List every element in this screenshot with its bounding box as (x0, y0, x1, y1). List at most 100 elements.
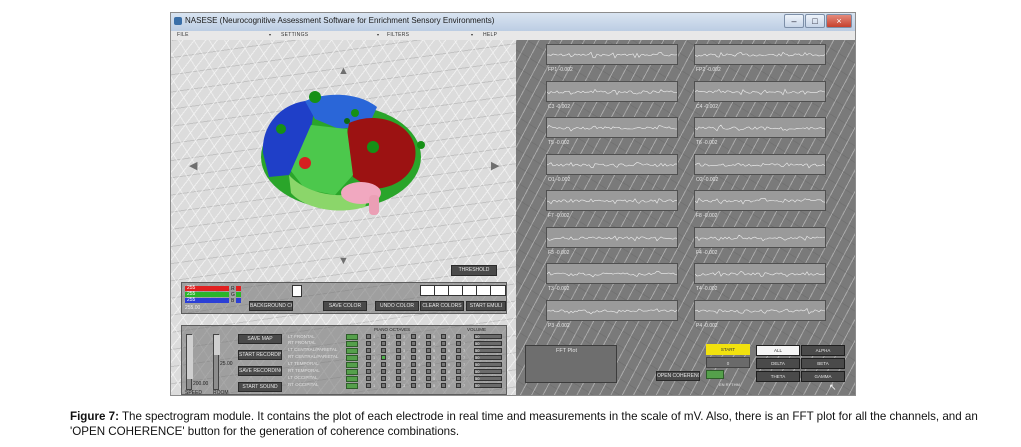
octave-checkbox[interactable] (456, 341, 461, 346)
octave-checkbox[interactable] (456, 362, 461, 367)
octave-checkbox[interactable] (381, 341, 386, 346)
octave-checkbox[interactable] (456, 334, 461, 339)
octave-checkbox[interactable] (411, 376, 416, 381)
octave-checkbox[interactable] (426, 376, 431, 381)
octave-checkbox[interactable] (441, 362, 446, 367)
open-coherence-button[interactable]: OPEN COHERENCE (656, 371, 700, 381)
octave-checkbox[interactable] (456, 355, 461, 360)
octave-checkbox[interactable] (366, 348, 371, 353)
saved-colors-strip[interactable] (420, 285, 506, 296)
octave-checkbox[interactable] (426, 383, 431, 388)
start-emuli-button[interactable]: START EMULI (466, 301, 506, 311)
octave-checkbox[interactable] (381, 383, 386, 388)
rotate-left-icon[interactable]: ◀ (189, 161, 197, 172)
octave-checkbox[interactable] (411, 355, 416, 360)
octave-checkbox[interactable] (366, 362, 371, 367)
maximize-button[interactable]: □ (805, 14, 825, 28)
rotate-down-icon[interactable]: ▼ (338, 256, 349, 267)
octave-checkbox[interactable] (426, 341, 431, 346)
start-indicator-button[interactable]: START (706, 344, 750, 355)
background-color-button[interactable]: BACKGROUND COLOR (249, 301, 293, 311)
octave-checkbox[interactable] (396, 334, 401, 339)
octave-checkbox[interactable] (396, 376, 401, 381)
octave-checkbox[interactable] (441, 376, 446, 381)
octave-checkbox[interactable] (381, 376, 386, 381)
octave-checkbox[interactable] (396, 369, 401, 374)
octave-checkbox[interactable] (411, 348, 416, 353)
octave-checkbox[interactable] (456, 369, 461, 374)
volume-field[interactable]: 50 (474, 355, 502, 360)
octave-checkbox[interactable] (426, 334, 431, 339)
band-all-button[interactable]: ALL (756, 345, 800, 356)
volume-field[interactable]: 50 (474, 376, 502, 381)
octave-checkbox[interactable] (441, 341, 446, 346)
save-color-button[interactable]: SAVE COLOR (323, 301, 367, 311)
octave-checkbox[interactable] (381, 362, 386, 367)
volume-field[interactable]: 50 (474, 369, 502, 374)
octave-checkbox[interactable] (441, 383, 446, 388)
start-recording-button[interactable]: START RECORDING (238, 350, 282, 360)
octave-checkbox[interactable] (456, 348, 461, 353)
octave-checkbox[interactable] (366, 376, 371, 381)
octave-checkbox[interactable] (366, 334, 371, 339)
menu-filters[interactable]: FILTERS (387, 32, 409, 38)
octave-checkbox[interactable] (381, 369, 386, 374)
octave-checkbox[interactable] (426, 348, 431, 353)
blue-channel-bar[interactable]: 255 (185, 298, 229, 303)
octave-checkbox[interactable] (411, 383, 416, 388)
octave-checkbox[interactable] (441, 355, 446, 360)
rotate-up-icon[interactable]: ▲ (338, 66, 349, 77)
save-recording-button[interactable]: SAVE RECORDING (238, 366, 282, 376)
menu-help[interactable]: HELP (483, 32, 497, 38)
octave-checkbox[interactable] (396, 348, 401, 353)
octave-checkbox[interactable] (426, 369, 431, 374)
speed-slider[interactable] (186, 334, 193, 390)
close-button[interactable]: × (826, 14, 852, 28)
band-alpha-button[interactable]: ALPHA (801, 345, 845, 356)
octave-checkbox[interactable] (456, 383, 461, 388)
band-delta-button[interactable]: DELTA (756, 358, 800, 369)
octave-checkbox[interactable] (411, 334, 416, 339)
start-value-field[interactable]: 0 (706, 357, 750, 368)
octave-checkbox[interactable] (411, 362, 416, 367)
volume-field[interactable]: 50 (474, 348, 502, 353)
volume-field[interactable]: 50 (474, 334, 502, 339)
octave-checkbox[interactable] (366, 383, 371, 388)
octave-checkbox[interactable] (366, 341, 371, 346)
octave-checkbox[interactable] (366, 355, 371, 360)
volume-field[interactable]: 50 (474, 341, 502, 346)
octave-checkbox[interactable] (441, 369, 446, 374)
octave-checkbox[interactable] (426, 355, 431, 360)
band-theta-button[interactable]: THETA (756, 371, 800, 382)
volume-field[interactable]: 50 (474, 362, 502, 367)
octave-checkbox[interactable] (441, 334, 446, 339)
octave-checkbox[interactable] (381, 348, 386, 353)
octave-checkbox[interactable] (396, 355, 401, 360)
minimize-button[interactable]: – (784, 14, 804, 28)
menu-file[interactable]: FILE (177, 32, 189, 38)
octave-checkbox[interactable] (366, 369, 371, 374)
color-swatch[interactable] (292, 285, 302, 297)
threshold-button[interactable]: THRESHOLD (451, 265, 497, 276)
octave-checkbox[interactable] (426, 362, 431, 367)
room-slider[interactable] (213, 334, 220, 390)
octave-checkbox[interactable] (441, 348, 446, 353)
octave-checkbox[interactable] (381, 355, 386, 360)
octave-checkbox[interactable] (396, 362, 401, 367)
clear-colors-button[interactable]: CLEAR COLORS (420, 301, 464, 311)
octave-checkbox[interactable] (396, 341, 401, 346)
band-gamma-button[interactable]: GAMMA (801, 371, 845, 382)
menu-settings[interactable]: SETTINGS (281, 32, 308, 38)
brain-3d-model[interactable] (249, 85, 429, 225)
start-sound-button[interactable]: START SOUND (238, 382, 282, 392)
octave-checkbox[interactable] (456, 376, 461, 381)
undo-color-button[interactable]: UNDO COLOR (375, 301, 419, 311)
volume-field[interactable]: 50 (474, 383, 502, 388)
rotate-right-icon[interactable]: ▶ (491, 161, 499, 172)
octave-checkbox[interactable] (411, 341, 416, 346)
octave-checkbox[interactable] (411, 369, 416, 374)
octave-checkbox[interactable] (396, 383, 401, 388)
band-beta-button[interactable]: BETA (801, 358, 845, 369)
save-map-button[interactable]: SAVE MAP (238, 334, 282, 344)
octave-checkbox[interactable] (381, 334, 386, 339)
